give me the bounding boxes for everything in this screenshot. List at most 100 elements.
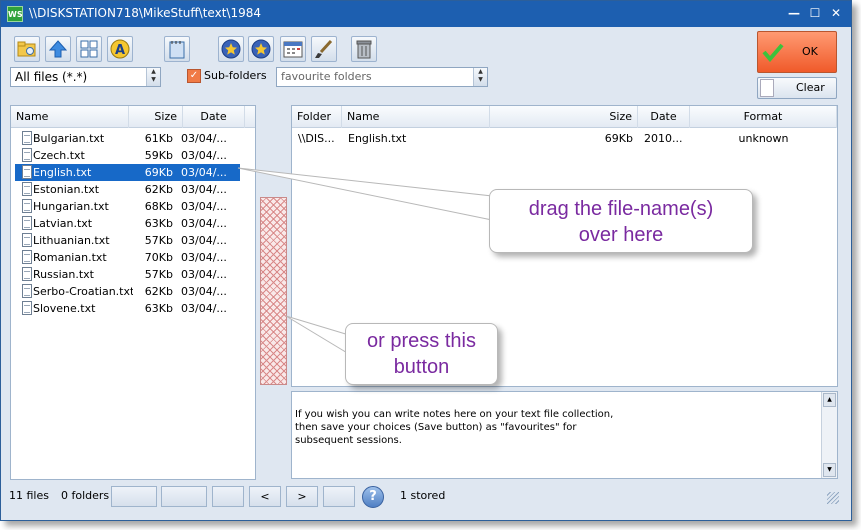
- file-name: English.txt: [33, 166, 92, 179]
- file-name: Latvian.txt: [33, 217, 93, 230]
- file-size: 69Kb: [604, 132, 633, 145]
- selected-file-row[interactable]: \\DIS... English.txt 69Kb 2010... unknown: [292, 130, 837, 147]
- file-date: 03/04/...: [181, 251, 227, 264]
- status-slot-3[interactable]: [212, 486, 244, 507]
- file-name: Russian.txt: [33, 268, 94, 281]
- file-date: 03/04/...: [181, 132, 227, 145]
- source-list-header: Name Size Date: [11, 106, 255, 128]
- notes-textarea[interactable]: If you wish you can write notes here on …: [291, 391, 838, 479]
- status-slot-4[interactable]: [323, 486, 355, 507]
- add-files-button[interactable]: [260, 197, 287, 385]
- file-size: 63Kb: [144, 302, 173, 315]
- close-button[interactable]: ✕: [827, 5, 845, 23]
- press-hint-callout: or press this button: [345, 323, 498, 385]
- file-name: Hungarian.txt: [33, 200, 109, 213]
- status-slot-2[interactable]: [161, 486, 207, 507]
- dropdown-arrows-icon: ▲ ▼: [473, 68, 487, 86]
- source-file-list[interactable]: Name Size Date Bulgarian.txt 61Kb 03/04/..…: [10, 105, 256, 480]
- favourite-save-button[interactable]: [248, 36, 274, 62]
- calendar-button[interactable]: [280, 36, 306, 62]
- text-file-icon: [22, 267, 32, 281]
- column-header-name[interactable]: Name: [11, 106, 129, 128]
- file-filter-select[interactable]: All files (*.*) ▲ ▼: [10, 67, 161, 87]
- file-date: 03/04/...: [181, 268, 227, 281]
- file-date: 03/04/...: [181, 200, 227, 213]
- font-button[interactable]: A: [107, 36, 133, 62]
- clear-button[interactable]: Clear: [757, 77, 837, 99]
- text-file-icon: [22, 284, 32, 298]
- scroll-down-icon[interactable]: ▼: [823, 463, 836, 477]
- file-date: 03/04/...: [181, 217, 227, 230]
- help-button[interactable]: ?: [362, 486, 384, 508]
- column-header-format[interactable]: Format: [690, 106, 837, 128]
- file-row[interactable]: Hungarian.txt 68Kb 03/04/...: [15, 198, 240, 215]
- file-row[interactable]: Slovene.txt 63Kb 03/04/...: [15, 300, 240, 317]
- resize-grip-icon[interactable]: [827, 492, 839, 504]
- subfolders-checkbox[interactable]: ✓: [187, 69, 201, 83]
- file-count: 11 files: [9, 489, 49, 502]
- open-folder-button[interactable]: [14, 36, 40, 62]
- previous-button[interactable]: <: [249, 486, 281, 507]
- file-date: 03/04/...: [181, 166, 227, 179]
- file-row[interactable]: Latvian.txt 63Kb 03/04/...: [15, 215, 240, 232]
- file-size: 63Kb: [144, 217, 173, 230]
- file-row[interactable]: Romanian.txt 70Kb 03/04/...: [15, 249, 240, 266]
- file-date: 03/04/...: [181, 183, 227, 196]
- selected-list-header: Folder Name Size Date Format: [292, 106, 837, 128]
- column-header-name[interactable]: Name: [342, 106, 490, 128]
- notes-text: If you wish you can write notes here on …: [295, 409, 614, 446]
- file-date: 03/04/...: [181, 149, 227, 162]
- delete-button[interactable]: [351, 36, 377, 62]
- file-name: Estonian.txt: [33, 183, 100, 196]
- file-size: 70Kb: [144, 251, 173, 264]
- app-icon: WS: [7, 6, 23, 22]
- up-folder-button[interactable]: [45, 36, 71, 62]
- file-date: 03/04/...: [181, 285, 227, 298]
- next-button[interactable]: >: [286, 486, 318, 507]
- file-name: Czech.txt: [33, 149, 85, 162]
- brush-icon: [315, 39, 333, 58]
- file-row[interactable]: Bulgarian.txt 61Kb 03/04/...: [15, 130, 240, 147]
- trash-icon: [356, 40, 372, 59]
- ok-button[interactable]: OK: [757, 31, 837, 73]
- text-file-icon: [22, 148, 32, 162]
- column-header-date[interactable]: Date: [183, 106, 245, 128]
- calendar-icon: [283, 41, 303, 58]
- notes-scrollbar[interactable]: ▲ ▼: [821, 392, 837, 478]
- file-date: 03/04/...: [181, 302, 227, 315]
- file-row[interactable]: Lithuanian.txt 57Kb 03/04/...: [15, 232, 240, 249]
- status-bar: 11 files 0 folders < > ? 1 stored: [1, 484, 851, 509]
- scroll-up-icon[interactable]: ▲: [823, 393, 836, 407]
- column-header-folder[interactable]: Folder: [292, 106, 342, 128]
- view-grid-button[interactable]: [76, 36, 102, 62]
- notepad-button[interactable]: [164, 36, 190, 62]
- favourite-add-button[interactable]: [218, 36, 244, 62]
- file-row[interactable]: Serbo-Croatian.txt 62Kb 03/04/...: [15, 283, 240, 300]
- file-name: Romanian.txt: [33, 251, 107, 264]
- status-slot-1[interactable]: [111, 486, 157, 507]
- column-header-size[interactable]: Size: [490, 106, 638, 128]
- file-size: 68Kb: [144, 200, 173, 213]
- file-row[interactable]: English.txt 69Kb 03/04/...: [15, 164, 240, 181]
- file-format: unknown: [738, 132, 789, 145]
- subfolders-label: Sub-folders: [204, 69, 267, 82]
- file-row[interactable]: Estonian.txt 62Kb 03/04/...: [15, 181, 240, 198]
- favourite-folders-select[interactable]: favourite folders ▲ ▼: [276, 67, 488, 87]
- folder-count: 0 folders: [61, 489, 110, 502]
- file-row[interactable]: Czech.txt 59Kb 03/04/...: [15, 147, 240, 164]
- file-size: 62Kb: [144, 285, 173, 298]
- file-name: Lithuanian.txt: [33, 234, 110, 247]
- window-title: \\DISKSTATION718\MikeStuff\text\1984: [29, 6, 261, 20]
- clear-label: Clear: [796, 81, 825, 94]
- text-file-icon: [22, 301, 32, 315]
- star-badge-icon: [251, 39, 271, 59]
- maximize-button[interactable]: ☐: [806, 5, 824, 23]
- edit-button[interactable]: [311, 36, 337, 62]
- svg-text:A: A: [115, 43, 125, 58]
- file-row[interactable]: Russian.txt 57Kb 03/04/...: [15, 266, 240, 283]
- clear-swatch: [760, 79, 774, 97]
- column-header-size[interactable]: Size: [129, 106, 183, 128]
- text-file-icon: [22, 131, 32, 145]
- column-header-date[interactable]: Date: [638, 106, 690, 128]
- minimize-button[interactable]: —: [785, 5, 803, 23]
